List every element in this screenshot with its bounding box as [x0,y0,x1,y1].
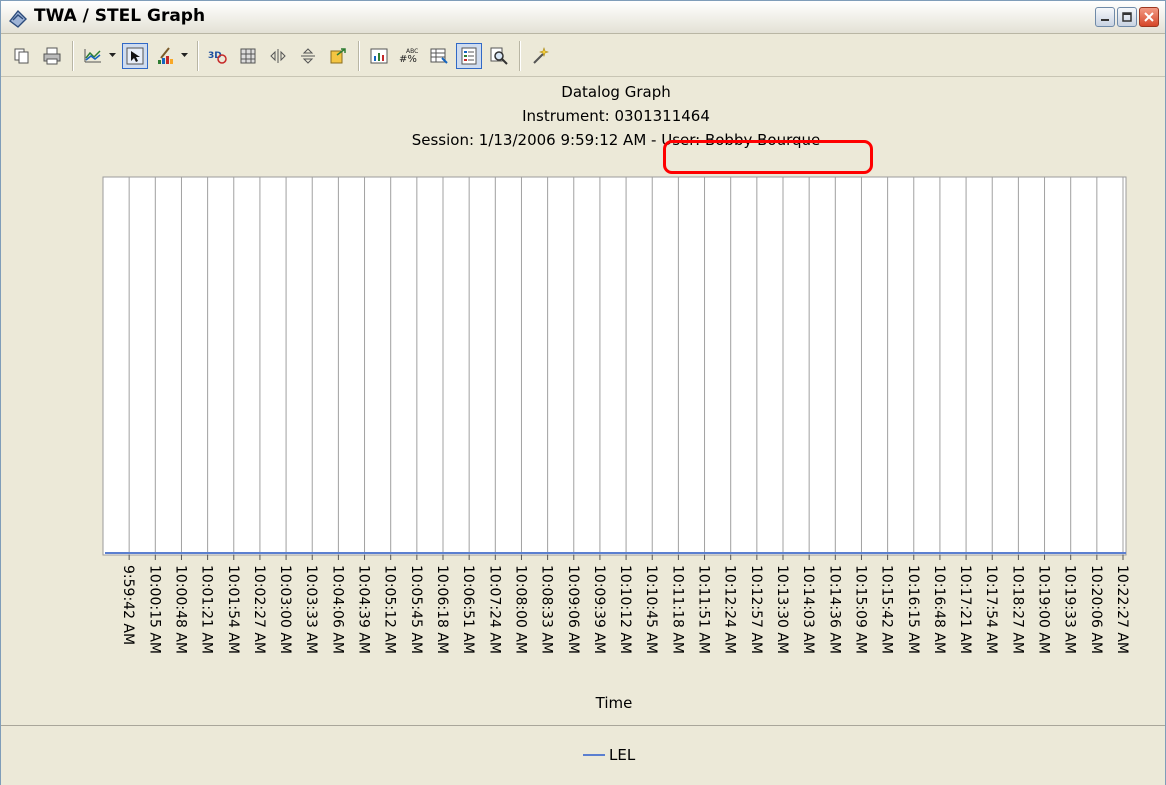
x-tick-label: 10:06:18 AM [434,565,450,654]
x-tick-label: 10:14:36 AM [826,565,842,654]
toolbar-separator [519,40,520,71]
x-tick-label: 10:13:30 AM [774,565,790,654]
chart-area: Datalog Graph Instrument: 0301311464 Ses… [1,78,1165,725]
3d-view-icon: 3D [208,51,227,64]
svg-text:#%: #% [399,54,417,65]
close-button[interactable] [1139,7,1159,27]
legend-icon [461,47,477,64]
palette-icon [158,46,173,64]
magic-wand-button[interactable] [527,43,553,69]
plot-area[interactable]: 9:59:42 AM 10:00:15 AM 10:00:48 AM 10:01:21… [1,78,1165,725]
x-tick-label: 10:04:06 AM [329,565,345,654]
chevron-down-icon [108,53,116,57]
x-tick-label: 10:02:27 AM [251,565,267,654]
legend: LEL [1,725,1165,785]
maximize-icon [1122,12,1132,22]
rotate-horizontal-icon [270,48,286,63]
chart-type-dropdown[interactable] [108,43,116,69]
window-title: TWA / STEL Graph [34,6,206,26]
x-tick-label: 10:19:00 AM [1036,565,1052,654]
rotate-horizontal-button[interactable] [265,43,291,69]
x-tick-label: 10:10:12 AM [617,565,633,654]
x-tick-label: 9:59:42 AM [120,565,136,645]
x-tick-label: 10:07:24 AM [486,565,502,654]
x-tick-label: 10:12:57 AM [748,565,764,654]
x-tick-label: 10:09:06 AM [565,565,581,654]
x-tick-label: 10:01:54 AM [225,565,241,654]
legend-label: LEL [609,746,636,764]
palette-dropdown[interactable] [180,43,188,69]
maximize-button[interactable] [1117,7,1137,27]
export-button[interactable] [325,43,351,69]
title-bar[interactable]: TWA / STEL Graph [1,1,1165,34]
grid-button[interactable] [235,43,261,69]
plot-background [102,176,1127,556]
toolbar-separator [358,40,359,71]
x-tick-label: 10:19:33 AM [1062,565,1078,654]
x-tick-label: 10:22:27 AM [1114,565,1130,654]
x-tick-label: 10:00:48 AM [172,565,188,654]
legend-button[interactable] [456,42,482,69]
data-grid-button[interactable] [426,43,452,69]
x-tick-label: 10:05:12 AM [382,565,398,654]
x-tick-label: 10:03:00 AM [277,565,293,654]
x-tick-label: 10:01:21 AM [199,565,215,654]
x-tick-label: 10:10:45 AM [643,565,659,654]
x-tick-label: 10:09:39 AM [591,565,607,654]
legend-swatch [583,754,605,756]
x-tick-label: 10:12:24 AM [722,565,738,654]
grid-icon [240,48,256,63]
data-labels-icon: ABC#% [399,48,418,65]
x-tick-label: 10:17:21 AM [957,565,973,654]
x-tick-label: 10:20:06 AM [1088,565,1104,654]
x-axis-title: Time [595,694,633,712]
toolbar-separator [72,40,73,71]
pointer-button[interactable] [122,42,148,69]
rotate-vertical-icon [301,47,315,64]
app-icon [9,9,27,28]
x-tick-label: 10:11:18 AM [669,565,685,654]
x-tick-label: 10:15:42 AM [879,565,895,654]
rotate-vertical-button[interactable] [295,43,321,69]
x-tick-label: 10:15:09 AM [852,565,868,654]
magic-wand-icon [533,46,549,64]
x-tick-label: 10:04:39 AM [356,565,372,654]
zoom-button[interactable] [486,43,512,69]
zoom-icon [490,47,508,65]
print-button[interactable] [39,43,65,69]
x-tick-label: 10:17:54 AM [983,565,999,654]
chart-wizard-icon [370,48,388,63]
x-tick-label: 10:16:15 AM [905,565,921,654]
x-tick-label: 10:18:27 AM [1009,565,1025,654]
minimize-button[interactable] [1095,7,1115,27]
x-tick-label: 10:00:15 AM [146,565,162,654]
chevron-down-icon [180,53,188,57]
x-tick-label: 10:08:33 AM [539,565,555,654]
x-tick-label: 10:06:51 AM [460,565,476,654]
twa-stel-graph-window: TWA / STEL Graph 3D ABC #% Datalog Graph… [0,0,1166,785]
legend-item[interactable]: LEL [583,746,635,764]
x-tick-label: 10:08:00 AM [512,565,528,654]
chart-toolbar: 3D ABC #% [1,35,1165,77]
x-tick-label: 10:05:45 AM [408,565,424,654]
chart-type-icon [84,48,101,62]
palette-button[interactable] [152,43,178,69]
data-grid-icon [430,48,448,64]
3d-view-button[interactable]: 3D [205,43,231,69]
chart-type-button[interactable] [80,43,106,69]
toolbar-separator [197,40,198,71]
x-tick-label: 10:11:51 AM [696,565,712,654]
print-icon [43,47,61,64]
data-labels-button[interactable]: ABC #% [396,43,422,69]
export-icon [330,47,346,63]
x-tick-label: 10:16:48 AM [931,565,947,654]
close-icon [1144,12,1154,22]
chart-wizard-button[interactable] [366,43,392,69]
copy-icon [14,48,29,63]
minimize-icon [1101,19,1109,21]
pointer-icon [126,47,144,64]
x-tick-label: 10:03:33 AM [303,565,319,654]
x-tick-label: 10:14:03 AM [800,565,816,654]
copy-button[interactable] [9,43,35,69]
